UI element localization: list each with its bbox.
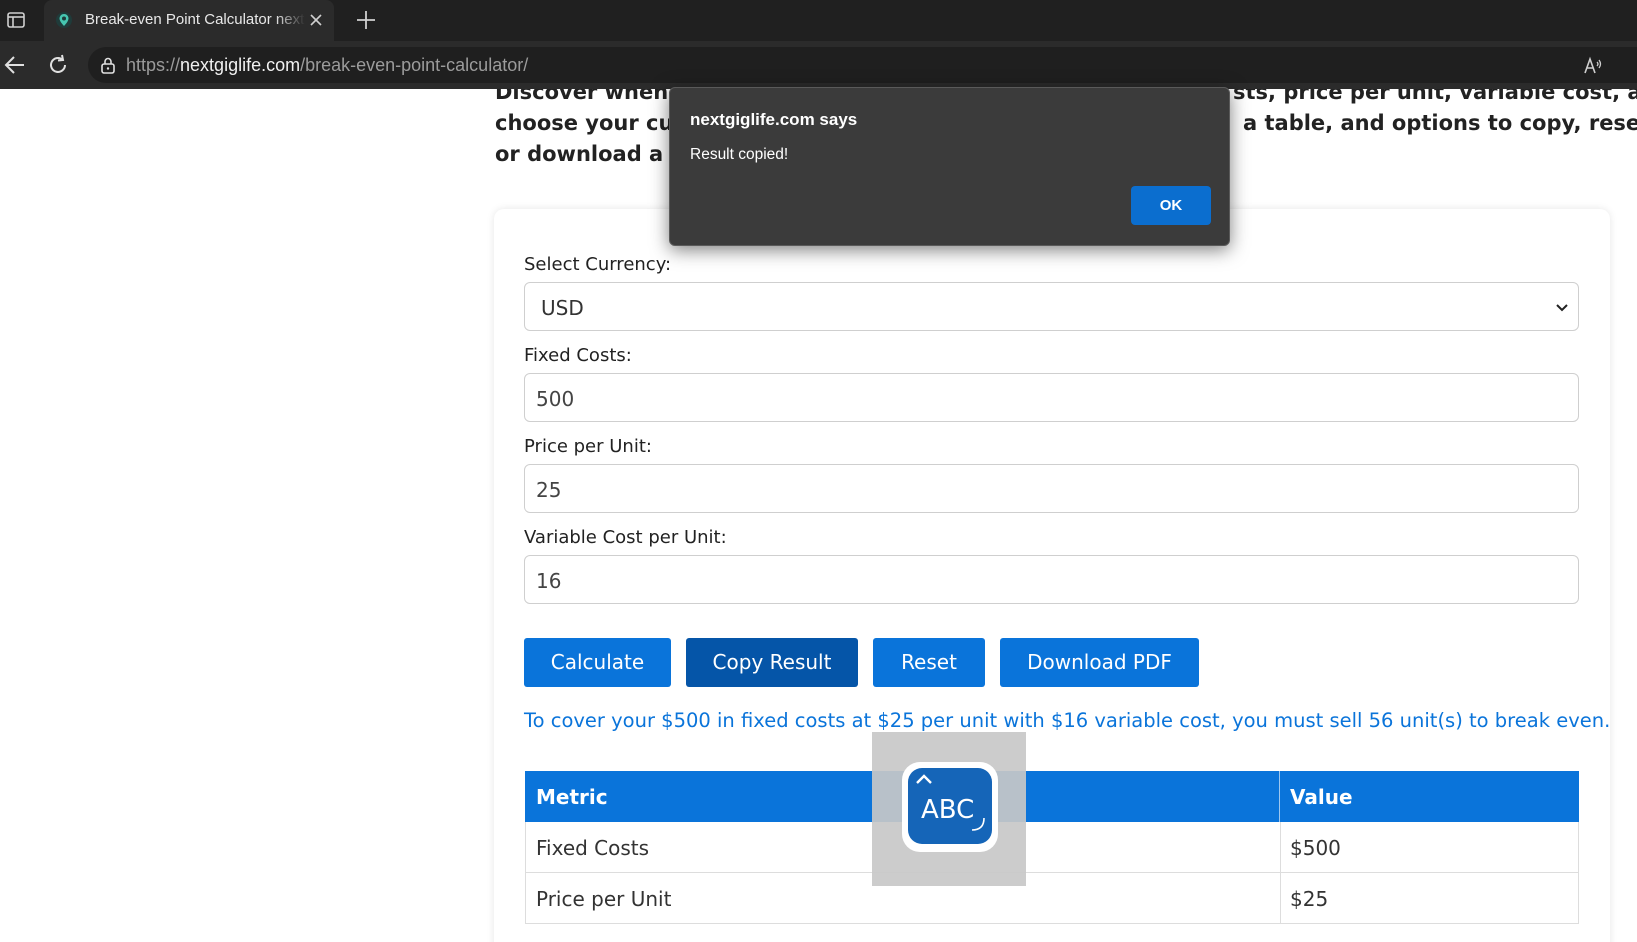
intro-line-1: Discover when y — [495, 89, 690, 104]
intro-line-3: or download a PI — [495, 142, 694, 166]
close-tab-icon[interactable] — [306, 10, 326, 30]
tab-actions-icon[interactable] — [4, 8, 28, 32]
tab-title: Break-even Point Calculator nextgiglife — [85, 11, 305, 28]
calculate-button[interactable]: Calculate — [524, 638, 671, 687]
row-divider — [1280, 873, 1281, 923]
row-metric: Fixed Costs — [536, 836, 650, 860]
ime-label: ABC — [921, 795, 975, 825]
chevron-down-icon — [1554, 299, 1570, 315]
new-tab-icon[interactable] — [353, 7, 379, 33]
browser-tab[interactable]: Break-even Point Calculator nextgiglife — [44, 0, 334, 41]
fixed-costs-input[interactable]: 500 — [524, 373, 1579, 422]
alert-dialog: nextgiglife.com says Result copied! OK — [669, 87, 1230, 246]
currency-label: Select Currency: — [524, 254, 672, 275]
reload-icon[interactable] — [45, 52, 71, 78]
row-value: $500 — [1290, 836, 1341, 860]
result-message: To cover your $500 in fixed costs at $25… — [524, 709, 1611, 732]
header-value: Value — [1290, 785, 1353, 809]
variable-cost-value: 16 — [536, 569, 562, 593]
calculator-card: Select Currency: USD Fixed Costs: 500 Pr… — [494, 209, 1610, 942]
currency-select[interactable]: USD — [524, 282, 1579, 331]
url-scheme: https:// — [126, 55, 181, 75]
price-per-unit-label: Price per Unit: — [524, 436, 652, 457]
url-path: /break-even-point-calculator/ — [300, 55, 529, 75]
lock-icon[interactable] — [98, 55, 118, 75]
variable-cost-input[interactable]: 16 — [524, 555, 1579, 604]
tab-bar: Break-even Point Calculator nextgiglife — [0, 0, 1637, 41]
reset-button[interactable]: Reset — [873, 638, 985, 687]
url-text: https://nextgiglife.com/break-even-point… — [126, 55, 528, 76]
currency-value: USD — [541, 296, 584, 320]
table-row: Price per Unit $25 — [525, 873, 1579, 924]
copy-result-button[interactable]: Copy Result — [686, 638, 858, 687]
dialog-ok-button[interactable]: OK — [1131, 186, 1211, 225]
url-host: nextgiglife.com — [180, 55, 301, 75]
download-pdf-button[interactable]: Download PDF — [1000, 638, 1199, 687]
intro-line-2-end: a table, and options to copy, reset, — [1243, 111, 1637, 135]
dialog-title: nextgiglife.com says — [690, 110, 858, 129]
input-mode-indicator: ABC — [872, 732, 1026, 886]
back-arrow-icon[interactable] — [2, 52, 28, 78]
price-per-unit-input[interactable]: 25 — [524, 464, 1579, 513]
url-input[interactable]: https://nextgiglife.com/break-even-point… — [88, 47, 1637, 83]
table-row: Fixed Costs $500 — [525, 822, 1579, 873]
keyboard-key-icon: ABC — [908, 768, 992, 844]
row-metric: Price per Unit — [536, 887, 672, 911]
fixed-costs-value: 500 — [536, 387, 575, 411]
row-value: $25 — [1290, 887, 1329, 911]
price-per-unit-value: 25 — [536, 478, 562, 502]
site-favicon-icon — [54, 10, 74, 30]
intro-line-2: choose your curr — [495, 111, 695, 135]
keyboard-key-frame: ABC — [902, 762, 998, 852]
read-aloud-icon[interactable] — [1582, 55, 1604, 77]
table-header: Metric Value — [525, 771, 1579, 822]
row-divider — [1280, 822, 1281, 872]
fixed-costs-label: Fixed Costs: — [524, 345, 632, 366]
intro-line-1-end: sts, price per unit, variable cost, and — [1233, 89, 1637, 104]
dialog-message: Result copied! — [690, 146, 789, 163]
header-metric: Metric — [536, 785, 608, 809]
address-bar: https://nextgiglife.com/break-even-point… — [0, 41, 1637, 89]
variable-cost-label: Variable Cost per Unit: — [524, 527, 727, 548]
header-divider — [1279, 771, 1280, 822]
